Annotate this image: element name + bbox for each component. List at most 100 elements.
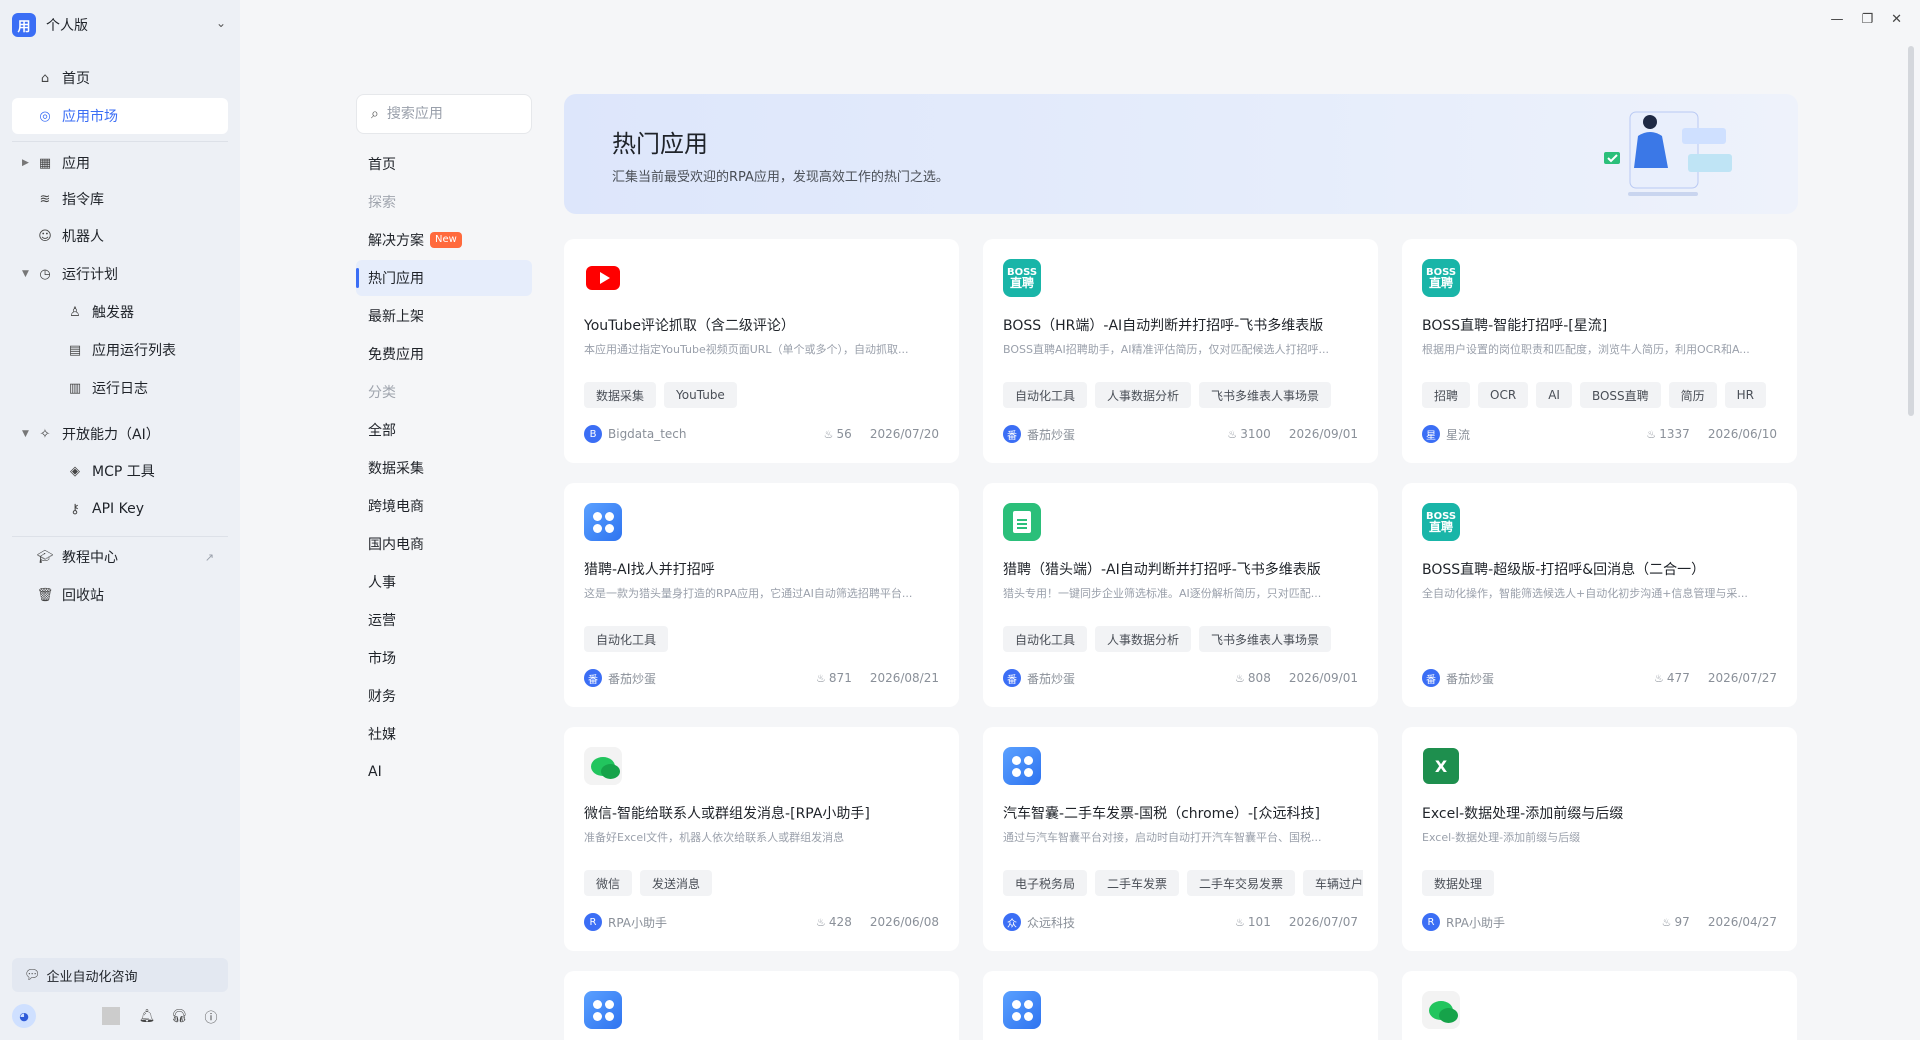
category-label: 人事	[368, 575, 396, 591]
help-icon[interactable]: ⓘ	[202, 1007, 220, 1026]
category-latest[interactable]: 最新上架	[356, 298, 532, 334]
sidebar-item-robot[interactable]: ☺ 机器人	[12, 218, 228, 254]
search-input[interactable]	[386, 106, 507, 122]
chevron-down-icon[interactable]: ▼	[22, 269, 36, 279]
card-footer: 番番茄炒蛋 ♨ 871 2026/08/21	[584, 669, 939, 687]
restore-icon[interactable]: ❐	[1861, 12, 1873, 27]
sidebar-item-run-list[interactable]: ▤ 应用运行列表	[12, 332, 228, 368]
robot-icon: ☺	[38, 228, 52, 244]
tag-list	[1422, 626, 1782, 652]
sidebar-item-command-library[interactable]: ≋ 指令库	[12, 181, 228, 217]
category-finance[interactable]: 财务	[356, 678, 532, 714]
sidebar-item-trigger[interactable]: ♙ 触发器	[12, 294, 228, 330]
sidebar-item-recycle-bin[interactable]: 🗑︎ 回收站	[12, 577, 228, 613]
card-footer: B Bigdata_tech ♨ 56 2026/07/20	[584, 425, 939, 443]
tag[interactable]: 微信	[584, 870, 633, 896]
enterprise-consult-button[interactable]: 💬︎ 企业自动化咨询	[12, 958, 228, 992]
minimize-icon[interactable]: —	[1830, 12, 1843, 27]
divider	[102, 1007, 120, 1025]
tag[interactable]: 发送消息	[640, 870, 713, 896]
app-card[interactable]: BOSS 直聘 BOSS直聘-超级版-打招呼&回消息（二合一） 全自动化操作，智能筛选…	[1402, 483, 1797, 707]
category-home[interactable]: 首页	[356, 146, 532, 182]
like-count: 428	[828, 915, 852, 929]
sidebar-item-open-ai[interactable]: ▼ ✧ 开放能力（AI）	[12, 416, 228, 452]
category-ai[interactable]: AI	[356, 754, 532, 790]
category-all[interactable]: 全部	[356, 412, 532, 448]
bell-icon[interactable]: 🔔︎	[138, 1007, 156, 1025]
category-marketing[interactable]: 市场	[356, 640, 532, 676]
tag[interactable]: 二手车交易发票	[1187, 870, 1296, 896]
workspace-logo-icon: 用	[12, 13, 36, 37]
tag[interactable]: 人事数据分析	[1095, 382, 1192, 408]
app-card[interactable]: 微信-智能给联系人或群组发消息-[RPA小助手] 准备好Excel文件，机器人依次…	[564, 727, 959, 951]
tag[interactable]: 自动化工具	[1003, 626, 1088, 652]
tag[interactable]: 电子税务局	[1003, 870, 1088, 896]
app-card[interactable]: 汽车智囊-二手车发票-国税（chrome）-[众远科技] 通过与汽车智囊平台对接，…	[983, 727, 1378, 951]
app-card[interactable]: 猎聘-AI找人并打招呼 这是一款为猎头量身打造的RPA应用，它通过AI自动筛选招聘…	[564, 483, 959, 707]
layers-icon: ≋	[39, 191, 51, 207]
sidebar-item-api-key[interactable]: ⚷ API Key	[12, 491, 228, 527]
tag[interactable]: AI	[1536, 382, 1572, 408]
sidebar-item-tutorial[interactable]: 🎓︎ 教程中心 ↗	[12, 539, 228, 575]
app-card[interactable]: BOSS 直聘 BOSS直聘-智能打招呼-[星流] 根据用户设置的岗位职责和匹配度，浏…	[1402, 239, 1797, 463]
category-label: 分类	[368, 385, 396, 401]
tag[interactable]: 数据采集	[584, 382, 657, 408]
app-card[interactable]	[983, 971, 1378, 1040]
app-card[interactable]: BOSS 直聘 BOSS（HR端）-AI自动判断并打招呼-飞书多维表版 BOSS直聘A…	[983, 239, 1378, 463]
like-count: 56	[836, 427, 852, 441]
tag[interactable]: 人事数据分析	[1095, 626, 1192, 652]
search-box[interactable]: ⌕	[356, 94, 532, 134]
tag[interactable]: BOSS直聘	[1579, 382, 1661, 408]
publish-date: 2026/09/01	[1288, 427, 1358, 441]
app-card[interactable]	[564, 971, 959, 1040]
tag[interactable]: 车辆过户	[1303, 870, 1363, 896]
app-title: 汽车智囊-二手车发票-国税（chrome）-[众远科技]	[1003, 806, 1320, 822]
avatar[interactable]: ◕	[12, 1004, 36, 1028]
tag[interactable]: 飞书多维表人事场景	[1199, 626, 1332, 652]
category-cross-border[interactable]: 跨境电商	[356, 488, 532, 524]
chevron-down-icon[interactable]: ▼	[22, 429, 36, 439]
category-domestic-ecom[interactable]: 国内电商	[356, 526, 532, 562]
category-free[interactable]: 免费应用	[356, 336, 532, 372]
chevron-down-icon[interactable]: ⌄	[216, 16, 226, 30]
sparkle-icon: ✧	[39, 426, 51, 442]
tag[interactable]: 数据处理	[1422, 870, 1495, 896]
sidebar-item-mcp[interactable]: ◈ MCP 工具	[12, 453, 228, 489]
headset-icon[interactable]: 🎧︎	[170, 1007, 188, 1025]
category-hot-apps[interactable]: 热门应用	[356, 260, 532, 296]
app-title: YouTube评论抓取（含二级评论）	[584, 318, 795, 334]
tag[interactable]: HR	[1724, 382, 1767, 408]
category-social-media[interactable]: 社媒	[356, 716, 532, 752]
category-solutions[interactable]: 解决方案 New	[356, 222, 532, 258]
chevron-right-icon[interactable]: ▶	[22, 158, 36, 168]
app-card[interactable]: YouTube评论抓取（含二级评论） 本应用通过指定YouTube视频页面URL（…	[564, 239, 959, 463]
sidebar-item-home[interactable]: ⌂ 首页	[12, 60, 228, 96]
workspace-switcher[interactable]: 用 个人版 ⌄	[12, 12, 226, 38]
sidebar-item-schedule[interactable]: ▼ ◷ 运行计划	[12, 256, 228, 292]
tag[interactable]: 招聘	[1422, 382, 1471, 408]
app-card[interactable]: 猎聘（猎头端）-AI自动判断并打招呼-飞书多维表版 猎头专用！一键同步企业筛选标准…	[983, 483, 1378, 707]
category-label: 国内电商	[368, 537, 424, 553]
tag[interactable]: 简历	[1668, 382, 1717, 408]
app-card[interactable]: X Excel-数据处理-添加前缀与后缀 Excel-数据处理-添加前缀与后缀 数据处…	[1402, 727, 1797, 951]
app-title: BOSS直聘-超级版-打招呼&回消息（二合一）	[1422, 562, 1706, 578]
tag[interactable]: 二手车发票	[1095, 870, 1180, 896]
sidebar-item-label: 开放能力（AI）	[62, 427, 160, 443]
category-data-collection[interactable]: 数据采集	[356, 450, 532, 486]
tag[interactable]: 自动化工具	[584, 626, 669, 652]
tag[interactable]: OCR	[1478, 382, 1529, 408]
category-hr[interactable]: 人事	[356, 564, 532, 600]
author-name: 番茄炒蛋	[1027, 671, 1076, 686]
category-operations[interactable]: 运营	[356, 602, 532, 638]
sidebar-item-apps[interactable]: ▶ ▦ 应用	[12, 145, 228, 181]
app-card[interactable]	[1402, 971, 1797, 1040]
document-logo-icon	[1003, 503, 1041, 541]
scrollbar[interactable]	[1908, 46, 1914, 416]
tag[interactable]: YouTube	[664, 382, 737, 408]
sidebar-item-run-log[interactable]: ▥ 运行日志	[12, 370, 228, 406]
tag[interactable]: 自动化工具	[1003, 382, 1088, 408]
tag[interactable]: 飞书多维表人事场景	[1199, 382, 1332, 408]
close-icon[interactable]: ✕	[1891, 12, 1902, 27]
sidebar-item-app-market[interactable]: ◎ 应用市场	[12, 98, 228, 134]
home-icon: ⌂	[40, 70, 50, 86]
